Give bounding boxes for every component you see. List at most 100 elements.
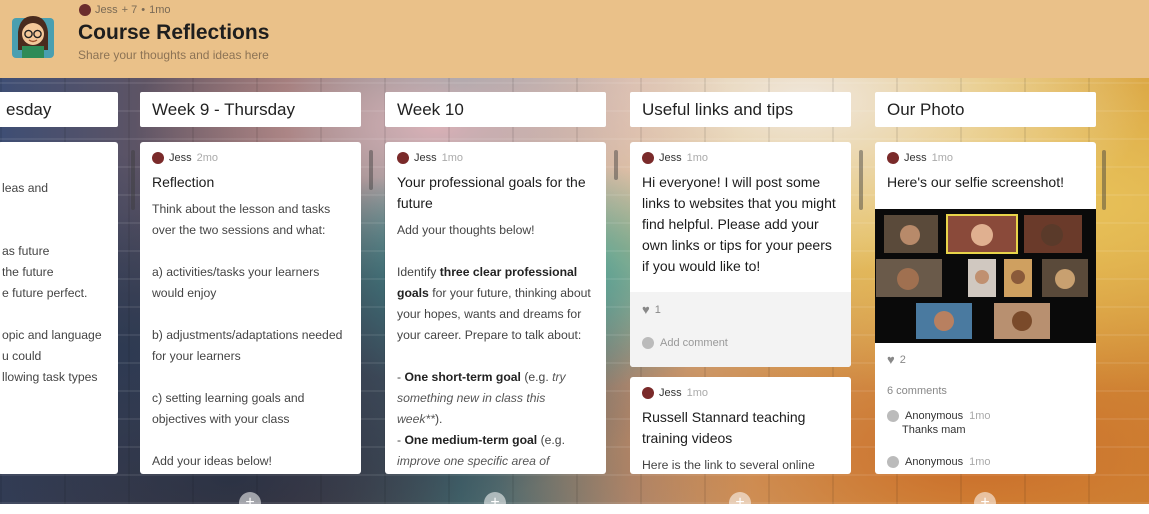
add-post-icon[interactable]: +	[974, 492, 996, 514]
author-avatar[interactable]	[79, 4, 91, 16]
author-avatar[interactable]	[152, 152, 164, 164]
post-title: Reflection	[152, 174, 215, 190]
author-avatar[interactable]	[397, 152, 409, 164]
comment-header: Anonymous 1mo	[887, 456, 991, 468]
board-meta: Jess + 7 • 1mo	[79, 4, 171, 16]
teacher-avatar-icon[interactable]	[8, 10, 58, 60]
post-card[interactable]: Jess 1mo Hi everyone! I will post some l…	[630, 142, 851, 367]
post-time: 1mo	[931, 152, 954, 164]
column-scrollbar[interactable]	[859, 150, 863, 210]
post-paragraph: a) activities/tasks your learners would …	[152, 265, 320, 300]
post-line	[2, 157, 118, 178]
text-run: ).	[434, 412, 443, 426]
add-comment-row[interactable]: Add comment	[630, 337, 851, 349]
meta-time: 1mo	[149, 4, 171, 16]
author-avatar[interactable]	[642, 387, 654, 399]
comment-time: 1mo	[969, 410, 991, 422]
post-paragraph: Think about the lesson and tasks over th…	[152, 202, 331, 237]
likes-row: ♥ 2	[875, 352, 918, 367]
post-card[interactable]: Jess 2mo Reflection Think about the less…	[140, 142, 361, 474]
post-footer: ♥ 1 Add comment	[630, 292, 851, 367]
post-paragraph: Add your ideas below!	[152, 454, 272, 468]
post-card[interactable]: leas and as future the future e future p…	[0, 142, 118, 474]
post-author: Jess	[659, 152, 682, 164]
post-title: Hi everyone! I will post some links to w…	[642, 174, 836, 274]
likes-row: ♥ 1	[630, 302, 851, 317]
add-comment-link[interactable]: Add comment	[660, 337, 728, 349]
post-line: u could	[2, 349, 42, 363]
column-header[interactable]: esday	[0, 92, 118, 127]
heart-icon[interactable]: ♥	[642, 302, 650, 317]
meta-contributors[interactable]: + 7	[122, 4, 138, 16]
post-line: llowing task types	[2, 370, 98, 384]
author-avatar[interactable]	[642, 152, 654, 164]
bold-text: One short-term goal	[404, 370, 521, 384]
board-subtitle: Share your thoughts and ideas here	[78, 48, 269, 62]
comment-author: Anonymous	[905, 456, 964, 468]
likes-count: 2	[899, 353, 906, 366]
anonymous-avatar-icon	[887, 456, 899, 468]
post-title: Russell Stannard teaching training video…	[642, 409, 806, 446]
post-card[interactable]: Jess 1mo Here's our selfie screenshot! ♥…	[875, 142, 1096, 474]
video-call-screenshot[interactable]	[875, 209, 1096, 343]
post-author: Jess	[904, 152, 927, 164]
goal-item: - One short-term goal (e.g. try somethin…	[397, 367, 594, 430]
post-author-row: Jess 1mo	[630, 377, 851, 399]
post-paragraph: Identify three clear professional goals …	[397, 262, 594, 346]
goal-item: - One medium-term goal (e.g. improve one…	[397, 430, 594, 472]
text-run: (e.g.	[520, 370, 553, 384]
comment-time: 1mo	[969, 456, 991, 468]
column-scrollbar[interactable]	[369, 150, 373, 190]
post-line	[2, 304, 118, 325]
post-time: 1mo	[686, 152, 709, 164]
anonymous-avatar-icon	[887, 410, 899, 422]
post-line: leas and	[2, 181, 49, 195]
post-author: Jess	[659, 387, 682, 399]
post-body: Think about the lesson and tasks over th…	[140, 193, 361, 472]
comments-count[interactable]: 6 comments	[887, 385, 947, 397]
italic-text: improve one specific area of	[397, 454, 550, 468]
post-body: Here is the link to several online	[642, 458, 815, 472]
post-line: as future	[2, 244, 50, 258]
post-author: Jess	[414, 152, 437, 164]
meta-author: Jess	[95, 4, 118, 16]
commenter-avatar-icon	[642, 337, 654, 349]
comment: Anonymous 1mo Thanks mam	[887, 410, 991, 436]
post-paragraph: b) adjustments/adaptations needed for yo…	[152, 328, 343, 363]
comment-text: Thanks mam	[902, 424, 966, 436]
column-header[interactable]: Week 9 - Thursday	[140, 92, 361, 127]
author-avatar[interactable]	[887, 152, 899, 164]
column-scrollbar[interactable]	[614, 150, 618, 180]
post-paragraph: Add your thoughts below!	[397, 223, 535, 237]
column-header[interactable]: Useful links and tips	[630, 92, 851, 127]
text-run: Identify	[397, 265, 440, 279]
post-body: Add your thoughts below! Identify three …	[385, 214, 606, 472]
heart-icon[interactable]: ♥	[887, 352, 895, 367]
post-card[interactable]: Jess 1mo Your professional goals for the…	[385, 142, 606, 474]
post-title: Your professional goals for the future	[397, 174, 586, 211]
post-time: 1mo	[441, 152, 464, 164]
post-title: Here's our selfie screenshot!	[887, 174, 1064, 190]
add-post-icon[interactable]: +	[484, 492, 506, 514]
text-run: (e.g.	[537, 433, 565, 447]
comment-author: Anonymous	[905, 410, 964, 422]
column-header[interactable]: Our Photo	[875, 92, 1096, 127]
post-author-row: Jess 1mo	[385, 142, 606, 164]
comment-header: Anonymous 1mo	[887, 410, 991, 422]
post-line	[2, 220, 118, 241]
post-card[interactable]: Jess 1mo Russell Stannard teaching train…	[630, 377, 851, 474]
column-scrollbar[interactable]	[1102, 150, 1106, 210]
add-post-icon[interactable]: +	[239, 492, 261, 514]
post-time: 2mo	[196, 152, 219, 164]
meta-separator: •	[141, 4, 146, 16]
post-paragraph: c) setting learning goals and objectives…	[152, 391, 305, 426]
post-line	[2, 199, 118, 220]
post-author-row: Jess 1mo	[630, 142, 851, 164]
column-scrollbar[interactable]	[131, 150, 135, 210]
column-header[interactable]: Week 10	[385, 92, 606, 127]
post-line: e future perfect.	[2, 286, 88, 300]
post-author: Jess	[169, 152, 192, 164]
post-time: 1mo	[686, 387, 709, 399]
post-author-row: Jess 1mo	[875, 142, 1096, 164]
add-post-icon[interactable]: +	[729, 492, 751, 514]
